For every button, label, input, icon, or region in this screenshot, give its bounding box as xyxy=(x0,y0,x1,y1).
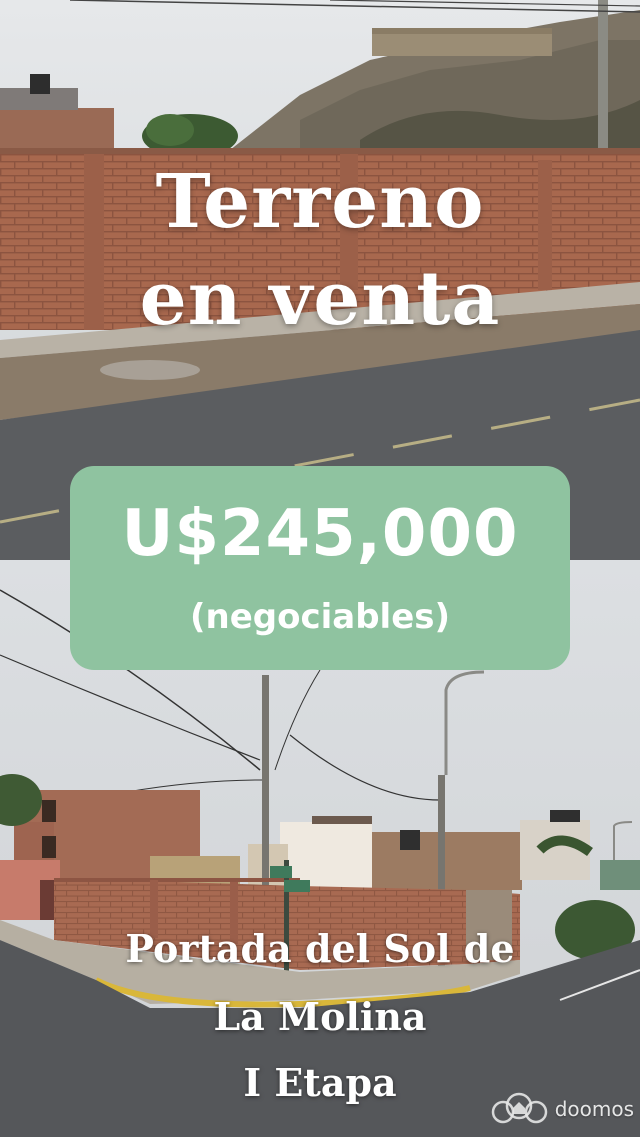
location-line-2: La Molina xyxy=(213,994,427,1039)
watermark-brand: doomos xyxy=(554,1097,634,1121)
price-note: (negociables) xyxy=(189,597,451,637)
watermark: doomos xyxy=(489,1091,634,1127)
price-value: U$245,000 xyxy=(121,497,519,571)
price-card: U$245,000 (negociables) xyxy=(70,466,570,670)
doomos-logo-icon xyxy=(489,1090,551,1128)
headline-terreno: Terreno xyxy=(155,159,485,245)
headline-en-venta: en venta xyxy=(139,256,501,342)
location-line-1: Portada del Sol de xyxy=(125,926,515,971)
